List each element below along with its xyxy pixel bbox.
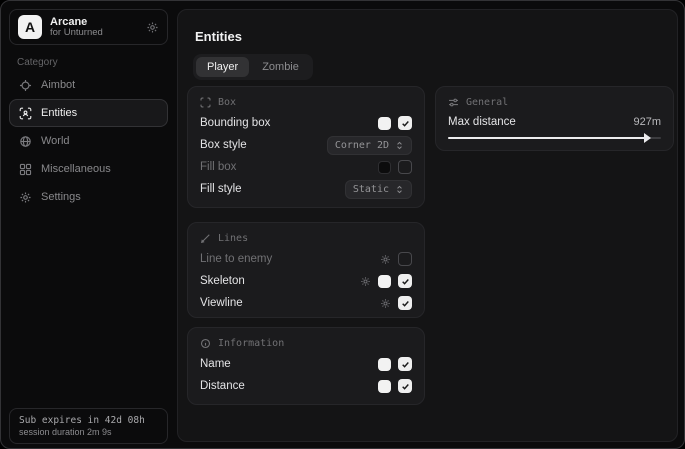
- skeleton-color-swatch[interactable]: [378, 275, 391, 288]
- box-style-label: Box style: [200, 139, 247, 151]
- gear-icon[interactable]: [146, 21, 159, 34]
- viewline-label: Viewline: [200, 297, 243, 309]
- fill-style-value: Static: [353, 184, 389, 195]
- viewline-checkbox[interactable]: [398, 296, 412, 310]
- distance-checkbox[interactable]: [398, 379, 412, 393]
- general-section-header: General: [448, 97, 661, 108]
- globe-icon: [19, 135, 32, 148]
- gear-icon[interactable]: [360, 276, 371, 287]
- sidebar-nav: Aimbot Entities: [9, 71, 168, 211]
- bounding-box-color-swatch[interactable]: [378, 117, 391, 130]
- tab-bar: Player Zombie: [193, 54, 313, 80]
- lines-section-card: Lines Line to enemy Skeleton: [187, 222, 425, 318]
- brand-text: Arcane for Unturned: [50, 16, 138, 39]
- name-row: Name: [200, 353, 412, 375]
- name-color-swatch[interactable]: [378, 358, 391, 371]
- subscription-card: Sub expires in 42d 08h session duration …: [9, 408, 168, 444]
- box-section-card: Box Bounding box Box style Corner 2D: [187, 86, 425, 208]
- chevron-updown-icon: [395, 141, 404, 150]
- lines-section-header: Lines: [200, 233, 412, 244]
- page-title: Entities: [195, 29, 242, 44]
- app-name: Arcane: [50, 16, 138, 28]
- sidebar-item-label: Aimbot: [41, 79, 75, 91]
- box-style-row: Box style Corner 2D: [200, 134, 412, 156]
- fill-box-checkbox[interactable]: [398, 160, 412, 174]
- slider-thumb-arrow-icon[interactable]: [644, 133, 651, 143]
- box-section-header: Box: [200, 97, 412, 108]
- max-distance-value: 927m: [633, 116, 661, 128]
- information-section-header: Information: [200, 338, 412, 349]
- fill-style-row: Fill style Static: [200, 178, 412, 200]
- info-icon: [200, 338, 211, 349]
- bounding-box-checkbox[interactable]: [398, 116, 412, 130]
- app-logo: A: [18, 15, 42, 39]
- max-distance-row: Max distance 927m: [448, 112, 661, 132]
- sidebar-item-settings[interactable]: Settings: [9, 183, 168, 211]
- box-style-dropdown[interactable]: Corner 2D: [327, 136, 412, 155]
- box-section-title: Box: [218, 97, 236, 108]
- sidebar-item-label: Miscellaneous: [41, 163, 111, 175]
- skeleton-row: Skeleton: [200, 270, 412, 292]
- fill-box-color-swatch[interactable]: [378, 161, 391, 174]
- app-subtitle: for Unturned: [50, 28, 138, 38]
- skeleton-checkbox[interactable]: [398, 274, 412, 288]
- crosshair-icon: [19, 79, 32, 92]
- chevron-updown-icon: [395, 185, 404, 194]
- general-section-title: General: [466, 97, 508, 108]
- tab-zombie[interactable]: Zombie: [251, 57, 310, 77]
- main-panel: Entities Player Zombie Box Bounding box: [177, 9, 678, 442]
- bounding-box-label: Bounding box: [200, 117, 270, 129]
- sidebar-item-miscellaneous[interactable]: Miscellaneous: [9, 155, 168, 183]
- entities-scan-icon: [19, 107, 32, 120]
- line-to-enemy-checkbox[interactable]: [398, 252, 412, 266]
- information-section-card: Information Name Distance: [187, 327, 425, 405]
- bounding-box-row: Bounding box: [200, 112, 412, 134]
- fill-style-label: Fill style: [200, 183, 242, 195]
- distance-color-swatch[interactable]: [378, 380, 391, 393]
- max-distance-slider-fill: [448, 137, 646, 139]
- name-label: Name: [200, 358, 231, 370]
- pencil-line-icon: [200, 233, 211, 244]
- lines-section-title: Lines: [218, 233, 248, 244]
- sidebar-item-label: Settings: [41, 191, 81, 203]
- line-to-enemy-row: Line to enemy: [200, 248, 412, 270]
- sidebar-item-aimbot[interactable]: Aimbot: [9, 71, 168, 99]
- sidebar-item-label: World: [41, 135, 70, 147]
- max-distance-slider[interactable]: [448, 134, 661, 142]
- gear-icon: [19, 191, 32, 204]
- gear-icon[interactable]: [380, 254, 391, 265]
- grid-icon: [19, 163, 32, 176]
- sliders-icon: [448, 97, 459, 108]
- distance-label: Distance: [200, 380, 245, 392]
- gear-icon[interactable]: [380, 298, 391, 309]
- session-duration-text: session duration 2m 9s: [19, 427, 158, 437]
- tab-player[interactable]: Player: [196, 57, 249, 77]
- sub-expires-text: Sub expires in 42d 08h: [19, 415, 158, 426]
- line-to-enemy-label: Line to enemy: [200, 253, 272, 265]
- fill-box-label: Fill box: [200, 161, 236, 173]
- max-distance-label: Max distance: [448, 116, 516, 128]
- sidebar: A Arcane for Unturned Category: [1, 1, 176, 448]
- sidebar-item-label: Entities: [41, 107, 77, 119]
- fill-style-dropdown[interactable]: Static: [345, 180, 412, 199]
- brand-card: A Arcane for Unturned: [9, 9, 168, 45]
- viewline-row: Viewline: [200, 292, 412, 314]
- skeleton-label: Skeleton: [200, 275, 245, 287]
- fill-box-row: Fill box: [200, 156, 412, 178]
- box-corners-icon: [200, 97, 211, 108]
- app-window: A Arcane for Unturned Category: [0, 0, 685, 449]
- box-style-value: Corner 2D: [335, 140, 389, 151]
- name-checkbox[interactable]: [398, 357, 412, 371]
- general-section-card: General Max distance 927m: [435, 86, 674, 151]
- sidebar-item-world[interactable]: World: [9, 127, 168, 155]
- distance-row: Distance: [200, 375, 412, 397]
- category-label: Category: [17, 57, 58, 68]
- information-section-title: Information: [218, 338, 284, 349]
- sidebar-item-entities[interactable]: Entities: [9, 99, 168, 127]
